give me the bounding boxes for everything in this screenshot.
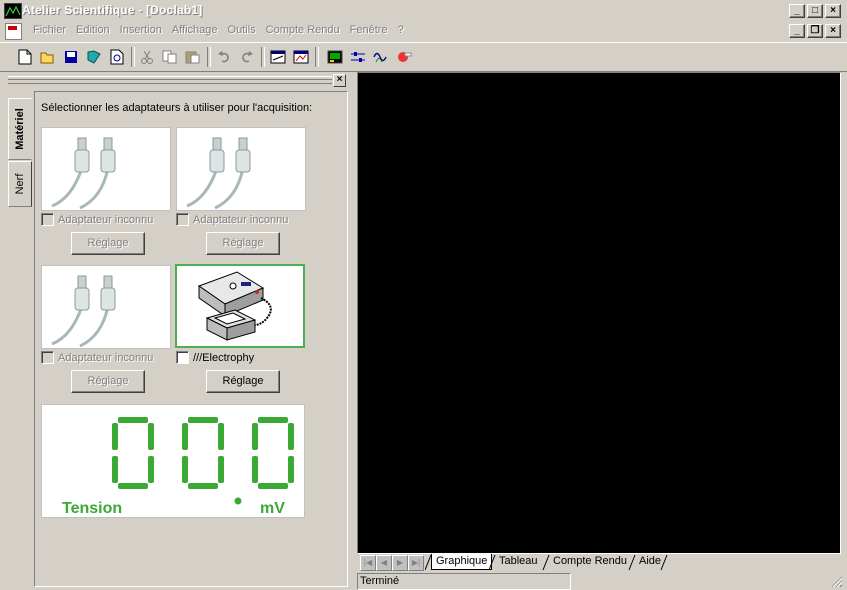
graph-area[interactable] xyxy=(357,72,841,554)
instruction-text: Sélectionner les adaptateurs à utiliser … xyxy=(41,102,313,114)
settings-sliders-icon[interactable] xyxy=(349,48,367,66)
tension-display: Tension mV xyxy=(41,404,305,518)
adapter-slot-4-label: ///Electrophy xyxy=(193,351,255,364)
adapter-slot-3-image[interactable] xyxy=(41,265,171,349)
redo-icon[interactable] xyxy=(238,48,256,66)
adapter-slot-2-settings-button[interactable]: Réglage xyxy=(206,232,280,255)
cut-icon[interactable] xyxy=(138,48,156,66)
menu-outils[interactable]: Outils xyxy=(223,24,261,36)
menu-help[interactable]: ? xyxy=(393,24,409,36)
menu-compte-rendu[interactable]: Compte Rendu xyxy=(261,24,345,36)
segment-f xyxy=(252,423,258,450)
menu-edition[interactable]: Edition xyxy=(71,24,115,36)
first-tab-button[interactable]: |◀ xyxy=(360,555,376,571)
segment-c xyxy=(218,456,224,483)
next-tab-button[interactable]: ▶ xyxy=(392,555,408,571)
toolbar xyxy=(0,42,847,72)
adapter-slot-2-checkbox[interactable] xyxy=(176,213,189,226)
new-file-icon[interactable] xyxy=(16,48,34,66)
menu-insertion[interactable]: Insertion xyxy=(115,24,167,36)
resize-grip-icon[interactable] xyxy=(829,574,843,588)
segment-a xyxy=(118,417,148,423)
adapter-slot-4-image[interactable] xyxy=(175,264,305,348)
document-icon[interactable] xyxy=(5,23,22,40)
adapter-slot-3-checkbox[interactable] xyxy=(41,351,54,364)
segment-d xyxy=(118,483,148,489)
display-unit: mV xyxy=(260,500,285,517)
status-text: Terminé xyxy=(357,573,571,590)
segment-a xyxy=(188,417,218,423)
segment-a xyxy=(258,417,288,423)
display-label: Tension xyxy=(62,500,123,517)
window-title: Atelier Scientifique - [Doclab1] xyxy=(22,3,203,17)
graph-window-icon[interactable] xyxy=(269,48,287,66)
adapter-slot-1-image[interactable] xyxy=(41,127,171,211)
save-icon[interactable] xyxy=(62,48,80,66)
menu-fichier[interactable]: Fichier xyxy=(28,24,71,36)
save-all-icon[interactable] xyxy=(85,48,103,66)
adapter-slot-2-row: Adaptateur inconnu xyxy=(176,213,288,226)
segment-b xyxy=(218,423,224,450)
segment-b xyxy=(288,423,294,450)
segment-e xyxy=(112,456,118,483)
wave-icon[interactable] xyxy=(372,48,390,66)
adapter-slot-4-row: ///Electrophy xyxy=(176,351,254,364)
decimal-point xyxy=(234,497,242,505)
adapter-slot-1-label: Adaptateur inconnu xyxy=(58,213,154,226)
acquisition-icon[interactable] xyxy=(326,48,344,66)
menu-bar: Fichier Edition Insertion Affichage Outi… xyxy=(0,21,847,41)
hardware-panel: × Matériel Nerf Sélectionner les adaptat… xyxy=(4,73,348,587)
title-bar: Atelier Scientifique - [Doclab1] _ □ × xyxy=(0,0,847,21)
paste-icon[interactable] xyxy=(184,48,202,66)
panel-close-button[interactable]: × xyxy=(333,74,346,87)
app-icon[interactable] xyxy=(4,3,22,19)
maximize-button[interactable]: □ xyxy=(807,4,823,18)
copy-icon[interactable] xyxy=(161,48,179,66)
segment-d xyxy=(188,483,218,489)
adapter-slot-1-checkbox[interactable] xyxy=(41,213,54,226)
print-preview-icon[interactable] xyxy=(108,48,126,66)
segment-f xyxy=(112,423,118,450)
adapter-slot-4-checkbox[interactable] xyxy=(176,351,189,364)
menu-affichage[interactable]: Affichage xyxy=(167,24,223,36)
segment-c xyxy=(148,456,154,483)
segment-e xyxy=(252,456,258,483)
stimulator-icon[interactable] xyxy=(395,48,413,66)
minimize-button[interactable]: _ xyxy=(789,4,805,18)
doc-restore-button[interactable]: ❐ xyxy=(807,24,823,38)
adapter-slot-4-settings-button[interactable]: Réglage xyxy=(206,370,280,393)
doc-close-button[interactable]: × xyxy=(825,24,841,38)
close-button[interactable]: × xyxy=(825,4,841,18)
last-tab-button[interactable]: ▶| xyxy=(408,555,424,571)
tab-materiel[interactable]: Matériel xyxy=(8,98,32,160)
adapter-slot-2-label: Adaptateur inconnu xyxy=(193,213,289,226)
panel-grip[interactable] xyxy=(8,76,332,84)
adapter-slot-3-settings-button[interactable]: Réglage xyxy=(71,370,145,393)
tab-separators xyxy=(425,554,668,571)
segment-b xyxy=(148,423,154,450)
open-folder-icon[interactable] xyxy=(39,48,57,66)
undo-icon[interactable] xyxy=(215,48,233,66)
segment-f xyxy=(182,423,188,450)
adapter-slot-3-label: Adaptateur inconnu xyxy=(58,351,154,364)
segment-c xyxy=(288,456,294,483)
segment-d xyxy=(258,483,288,489)
prev-tab-button[interactable]: ◀ xyxy=(376,555,392,571)
adapter-selection: Sélectionner les adaptateurs à utiliser … xyxy=(34,91,348,587)
adapter-slot-3-row: Adaptateur inconnu xyxy=(41,351,153,364)
doc-minimize-button[interactable]: _ xyxy=(789,24,805,38)
menu-fenetre[interactable]: Fenêtre xyxy=(345,24,393,36)
adapter-slot-1-settings-button[interactable]: Réglage xyxy=(71,232,145,255)
segment-e xyxy=(182,456,188,483)
sheet-tabs-bar: |◀ ◀ ▶ ▶| Graphique Tableau Compte Rendu… xyxy=(357,553,839,571)
curve-window-icon[interactable] xyxy=(292,48,310,66)
status-bar: Terminé xyxy=(357,573,845,590)
tab-nerf[interactable]: Nerf xyxy=(8,161,32,207)
adapter-slot-2-image[interactable] xyxy=(176,127,306,211)
adapter-slot-1-row: Adaptateur inconnu xyxy=(41,213,153,226)
